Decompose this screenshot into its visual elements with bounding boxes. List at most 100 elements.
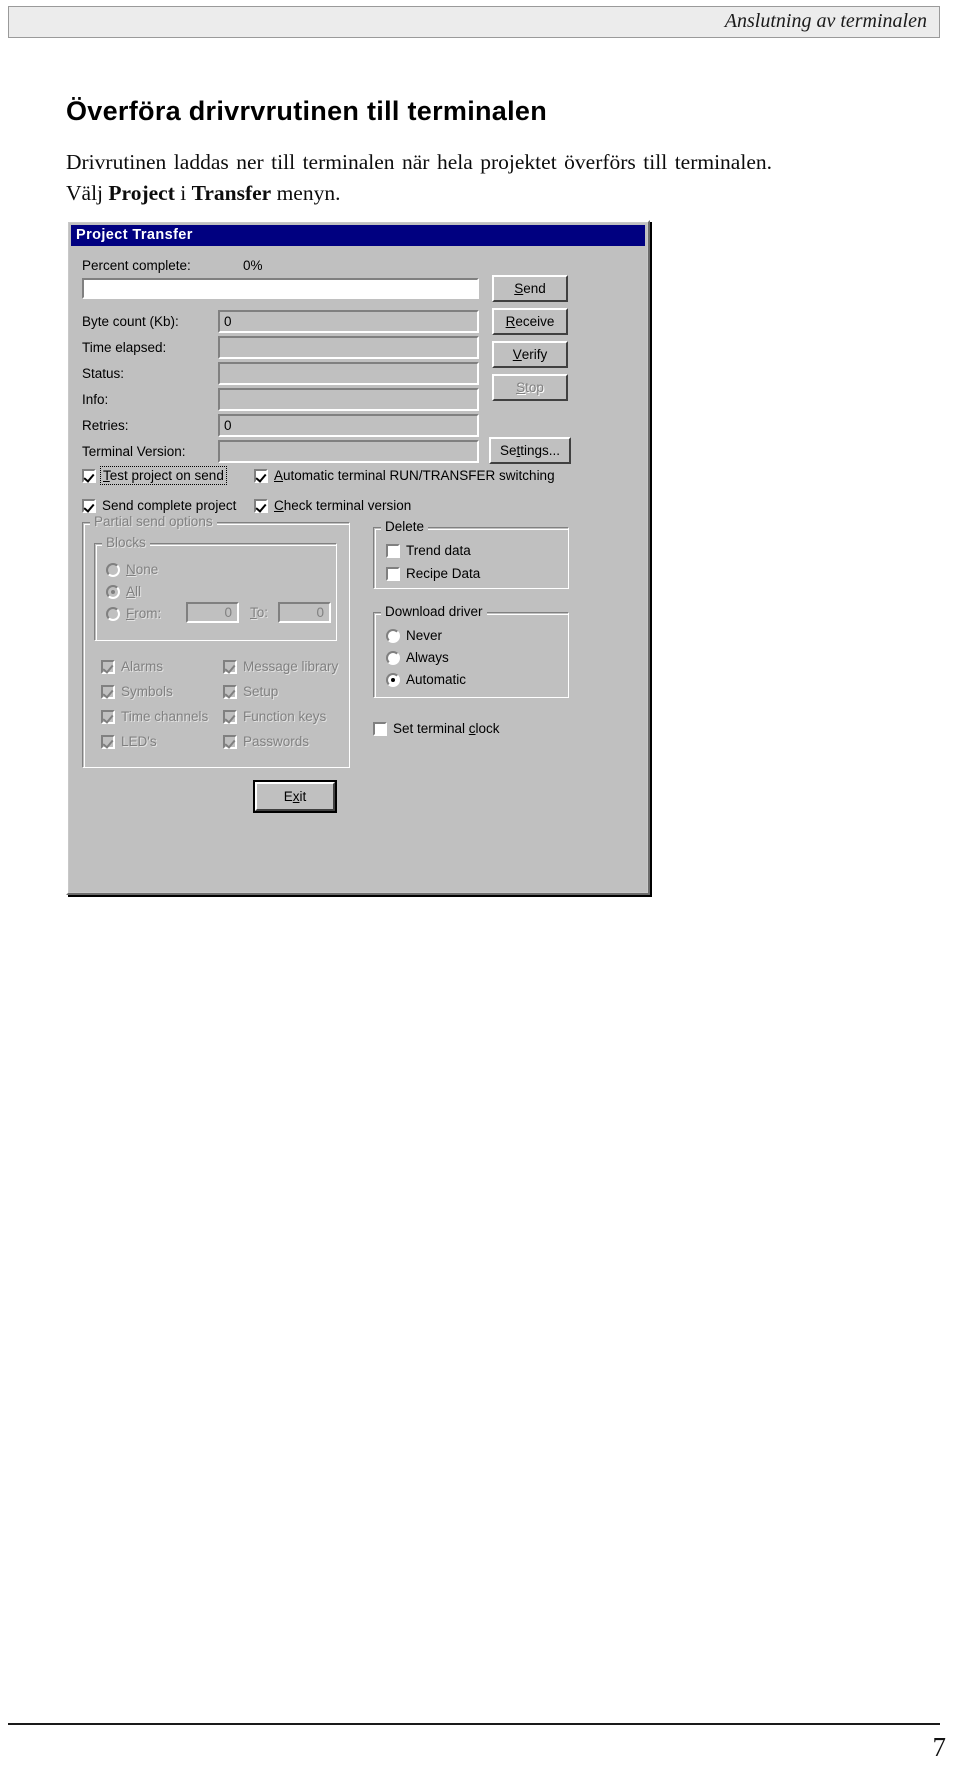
intro-text-3: menyn. <box>271 180 341 205</box>
settings-button[interactable]: Settings... <box>489 437 571 464</box>
receive-button[interactable]: Receive <box>492 308 568 335</box>
terminal-version-label: Terminal Version: <box>82 444 186 459</box>
checkbox-time-channels-box[interactable] <box>101 710 115 724</box>
radio-blocks-from-button[interactable] <box>106 607 120 621</box>
project-transfer-dialog: Project Transfer Percent complete: 0% By… <box>66 220 650 895</box>
checkbox-send-complete-project-box[interactable] <box>82 499 96 513</box>
checkbox-passwords-label: Passwords <box>243 734 310 749</box>
stop-button[interactable]: Stop <box>492 374 568 401</box>
checkbox-trend-data-box[interactable] <box>386 544 400 558</box>
checkbox-passwords[interactable]: Passwords <box>223 733 309 751</box>
checkbox-alarms[interactable]: Alarms <box>101 658 163 676</box>
verify-button-suffix: erify <box>521 347 548 362</box>
checkbox-check-terminal-version-box[interactable] <box>254 499 268 513</box>
checkbox-check-terminal-version[interactable]: Check terminal version <box>254 497 411 515</box>
footer-rule <box>8 1723 940 1725</box>
radio-download-automatic-button[interactable] <box>386 673 400 687</box>
receive-button-accesskey: R <box>505 314 516 329</box>
checkbox-test-project-on-send-label: Test project on send <box>100 466 227 485</box>
progress-bar <box>82 278 479 299</box>
info-field <box>218 388 479 411</box>
partial-send-options-group-title: Partial send options <box>90 514 217 529</box>
blocks-from-input[interactable]: 0 <box>186 602 239 623</box>
radio-download-always[interactable]: Always <box>386 649 449 667</box>
checkbox-automatic-terminal-switching[interactable]: Automatic terminal RUN/TRANSFER switchin… <box>254 467 555 485</box>
delete-group-title: Delete <box>381 519 429 534</box>
checkbox-trend-data[interactable]: Trend data <box>386 542 471 560</box>
rb0-suffix: one <box>135 562 159 577</box>
checkbox-test-project-on-send[interactable]: Test project on send <box>82 466 227 485</box>
checkbox-automatic-terminal-switching-box[interactable] <box>254 469 268 483</box>
checkbox-recipe-data[interactable]: Recipe Data <box>386 565 480 583</box>
radio-blocks-from[interactable]: From: <box>106 605 161 623</box>
partial-send-options-group: Partial send options Blocks None All Fro… <box>82 514 350 768</box>
radio-blocks-from-label: From: <box>126 606 161 621</box>
checkbox-function-keys-box[interactable] <box>223 710 237 724</box>
radio-download-never-label: Never <box>406 628 443 643</box>
blocks-to-input[interactable]: 0 <box>278 602 331 623</box>
radio-download-never[interactable]: Never <box>386 627 442 645</box>
checkbox-passwords-box[interactable] <box>223 735 237 749</box>
cb2-prefix: Send complete project <box>102 498 237 513</box>
intro-bold-project: Project <box>108 180 175 205</box>
receive-button-suffix: eceive <box>515 314 555 329</box>
verify-button[interactable]: Verify <box>492 341 568 368</box>
blocks-group: Blocks None All From: 0 To: 0 <box>94 535 337 641</box>
delete-group: Delete Trend data Recipe Data <box>373 519 569 589</box>
page-number: 7 <box>932 1732 947 1762</box>
page-header-title: Anslutning av terminalen <box>724 10 927 32</box>
checkbox-setup[interactable]: Setup <box>223 683 278 701</box>
radio-download-automatic-label: Automatic <box>406 672 467 687</box>
cb1-suffix: utomatic terminal RUN/TRANSFER switching <box>283 468 555 483</box>
stop-button-suffix: top <box>525 380 544 395</box>
retries-label: Retries: <box>82 418 129 433</box>
checkbox-check-terminal-version-label: Check terminal version <box>274 498 411 513</box>
checkbox-alarms-box[interactable] <box>101 660 115 674</box>
radio-download-automatic[interactable]: Automatic <box>386 671 466 689</box>
checkbox-function-keys-label: Function keys <box>243 709 327 724</box>
time-elapsed-label: Time elapsed: <box>82 340 167 355</box>
radio-download-always-button[interactable] <box>386 651 400 665</box>
terminal-version-field <box>218 440 479 463</box>
intro-bold-transfer: Transfer <box>191 180 272 205</box>
retries-field: 0 <box>218 414 479 437</box>
checkbox-symbols[interactable]: Symbols <box>101 683 173 701</box>
checkbox-recipe-data-box[interactable] <box>386 567 400 581</box>
radio-download-always-label: Always <box>406 650 449 665</box>
checkbox-set-terminal-clock-box[interactable] <box>373 722 387 736</box>
verify-button-accesskey: V <box>512 347 522 362</box>
checkbox-set-terminal-clock[interactable]: Set terminal clock <box>373 720 500 738</box>
checkbox-test-project-on-send-box[interactable] <box>82 469 96 483</box>
send-button-accesskey: S <box>514 281 524 296</box>
radio-blocks-none[interactable]: None <box>106 561 158 579</box>
intro-paragraph: Drivrutinen laddas ner till terminalen n… <box>66 147 772 209</box>
send-button-suffix: end <box>523 281 546 296</box>
send-button[interactable]: Send <box>492 275 568 302</box>
info-label: Info: <box>82 392 109 407</box>
cb3-accesskey: C <box>274 498 284 513</box>
checkbox-message-library-box[interactable] <box>223 660 237 674</box>
rb2-suffix: rom: <box>134 606 162 621</box>
page-header-band: Anslutning av terminalen <box>8 6 940 38</box>
time-elapsed-field <box>218 336 479 359</box>
radio-blocks-all[interactable]: All <box>106 583 141 601</box>
checkbox-send-complete-project[interactable]: Send complete project <box>82 497 236 515</box>
radio-blocks-none-button[interactable] <box>106 563 120 577</box>
blocks-to-label: To: <box>250 605 268 620</box>
checkbox-leds-label: LED's <box>121 734 157 749</box>
radio-blocks-all-button[interactable] <box>106 585 120 599</box>
rb1-suffix: ll <box>135 584 142 599</box>
blocks-group-title: Blocks <box>102 535 150 550</box>
checkbox-time-channels[interactable]: Time channels <box>101 708 208 726</box>
exit-button[interactable]: Exit <box>253 780 337 813</box>
checkbox-leds[interactable]: LED's <box>101 733 157 751</box>
settings-button-suffix: tings... <box>520 443 561 458</box>
checkbox-leds-box[interactable] <box>101 735 115 749</box>
checkbox-function-keys[interactable]: Function keys <box>223 708 326 726</box>
checkbox-message-library[interactable]: Message library <box>223 658 338 676</box>
checkbox-symbols-box[interactable] <box>101 685 115 699</box>
checkbox-setup-box[interactable] <box>223 685 237 699</box>
radio-download-never-button[interactable] <box>386 629 400 643</box>
settings-button-prefix: Se <box>499 443 517 458</box>
dialog-titlebar: Project Transfer <box>71 225 645 246</box>
